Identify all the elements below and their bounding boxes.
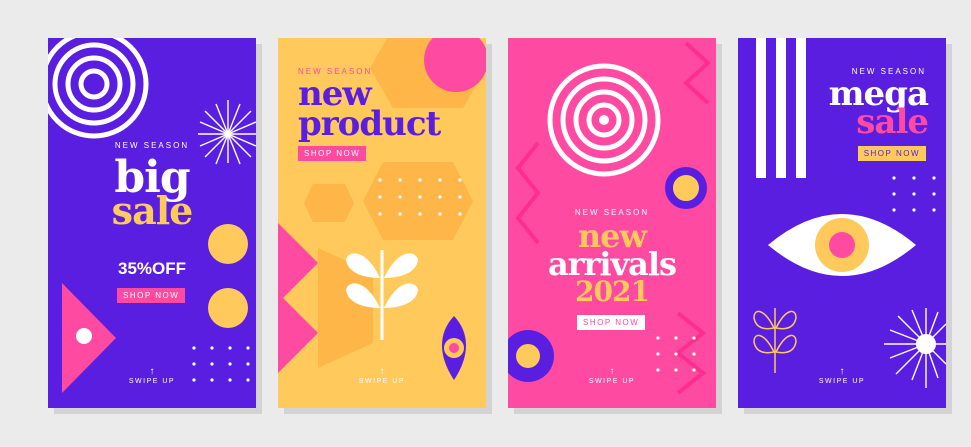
hexagon-shape bbox=[363, 162, 473, 240]
kicker-text: NEW SEASON bbox=[574, 208, 650, 217]
swipe-up-text[interactable]: SWIPE UP bbox=[508, 378, 716, 385]
story-card-big-sale: NEW SEASON big sale 35%OFF SHOP NOW ↑ SW… bbox=[48, 38, 256, 408]
headline-line2: sale bbox=[856, 102, 929, 142]
shop-now-button[interactable]: SHOP NOW bbox=[298, 146, 367, 161]
story-card-new-arrivals: NEW SEASON new arrivals 2021 SHOP NOW ↑ … bbox=[508, 38, 716, 408]
swipe-up-arrow-icon: ↑ bbox=[839, 366, 845, 377]
swipe-up-arrow-icon: ↑ bbox=[609, 366, 615, 377]
discount-text: 35%OFF bbox=[117, 259, 187, 278]
headline-line3: 2021 bbox=[575, 275, 650, 308]
ring-shape bbox=[665, 167, 707, 209]
hexagon-shape bbox=[304, 184, 354, 222]
headline-line2: sale bbox=[111, 188, 194, 233]
kicker-text: NEW SEASON bbox=[114, 141, 190, 150]
swipe-up-text[interactable]: SWIPE UP bbox=[48, 378, 256, 385]
shop-now-button[interactable]: SHOP NOW bbox=[857, 146, 926, 161]
shop-now-button[interactable]: SHOP NOW bbox=[117, 288, 186, 303]
yellow-circle-shape bbox=[516, 344, 540, 368]
white-dot-shape bbox=[76, 328, 92, 344]
swipe-up-arrow-icon: ↑ bbox=[149, 366, 155, 377]
headline-line2: product bbox=[298, 104, 441, 144]
swipe-up-text[interactable]: SWIPE UP bbox=[278, 378, 486, 385]
vertical-stripes-shape bbox=[756, 38, 806, 178]
swipe-up-text[interactable]: SWIPE UP bbox=[738, 378, 946, 385]
story-card-new-product: NEW SEASON new product SHOP NOW ↑ SWIPE … bbox=[278, 38, 486, 408]
story-card-mega-sale: NEW SEASON mega sale SHOP NOW ↑ SWIPE UP bbox=[738, 38, 946, 408]
shop-now-button[interactable]: SHOP NOW bbox=[577, 315, 646, 330]
yellow-circle-shape bbox=[208, 224, 248, 264]
swipe-up-arrow-icon: ↑ bbox=[379, 366, 385, 377]
yellow-circle-shape bbox=[208, 288, 248, 328]
